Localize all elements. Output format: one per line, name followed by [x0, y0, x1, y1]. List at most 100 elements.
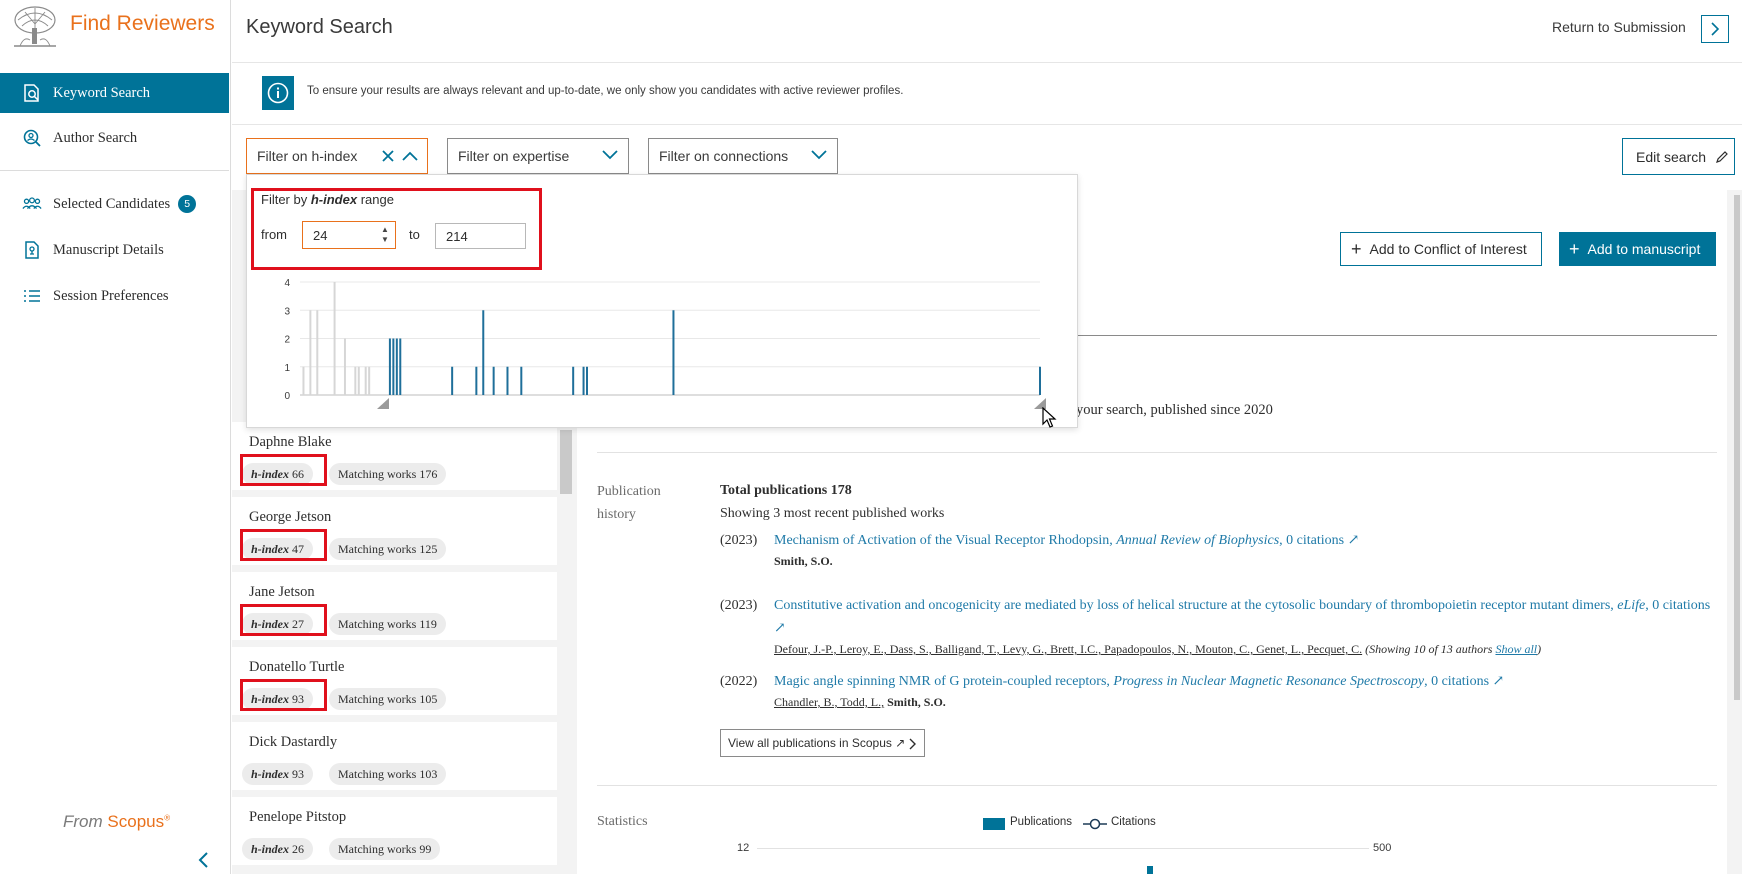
hindex-filter-dropdown[interactable]: Filter on h-index — [246, 138, 428, 174]
hindex-histogram: 4 3 2 1 0 — [284, 278, 1046, 409]
return-to-submission-link[interactable]: Return to Submission — [1552, 19, 1686, 35]
matching-works-tag: Matching works 103 — [329, 763, 447, 785]
view-all-publications-button[interactable]: View all publications in Scopus ↗ — [720, 729, 925, 757]
page-title: Keyword Search — [246, 16, 393, 38]
candidate-card[interactable]: Dick Dastardly h-index 93 Matching works 1… — [232, 722, 557, 793]
publication-authors: Smith, S.O. — [774, 554, 833, 568]
document-icon — [22, 240, 42, 260]
section-divider — [597, 785, 1717, 786]
info-icon — [262, 76, 294, 110]
sidebar-item-keyword-search[interactable]: Keyword Search — [0, 73, 229, 113]
results-scrollbar[interactable] — [560, 430, 572, 494]
publications-legend-swatch — [983, 818, 1005, 830]
selected-count-badge: 5 — [178, 195, 197, 213]
candidate-name[interactable]: George Jetson — [249, 509, 331, 526]
sidebar-item-label: Selected Candidates — [53, 195, 171, 212]
chevron-right-icon — [1711, 22, 1720, 36]
publication-year: (2023) — [720, 533, 758, 548]
highlight-box — [240, 454, 327, 486]
pencil-icon — [1716, 151, 1728, 163]
showing-recent-text: Showing 3 most recent published works — [720, 506, 945, 521]
info-divider — [232, 124, 1742, 125]
plus-icon: + — [1569, 238, 1580, 259]
stats-right-axis-tick: 500 — [1373, 842, 1392, 854]
info-message: To ensure your results are always releva… — [307, 85, 904, 97]
sidebar: Find Reviewers Keyword Search Author Sea… — [0, 0, 231, 874]
candidate-name[interactable]: Daphne Blake — [249, 434, 332, 451]
matching-works-tag: Matching works 99 — [329, 838, 441, 860]
matching-works-text: your search, published since 2020 — [1076, 402, 1273, 418]
stats-left-axis-tick: 12 — [737, 842, 750, 854]
clear-filter-icon[interactable] — [381, 149, 395, 163]
highlight-box — [240, 529, 327, 561]
highlight-box — [240, 679, 327, 711]
add-to-conflict-button[interactable]: + Add to Conflict of Interest — [1340, 232, 1542, 266]
publication-link[interactable]: Mechanism of Activation of the Visual Re… — [774, 533, 1359, 548]
matching-works-tag: Matching works 125 — [329, 538, 447, 560]
histogram-y-tick: 2 — [284, 335, 290, 346]
hindex-tag: h-index 26 — [242, 838, 314, 860]
matching-works-tag: Matching works 119 — [329, 613, 446, 635]
candidate-name[interactable]: Donatello Turtle — [249, 659, 344, 676]
sidebar-item-label: Author Search — [53, 129, 138, 146]
connections-filter-label: Filter on connections — [659, 148, 789, 164]
total-publications: Total publications 178 — [720, 483, 852, 498]
chevron-down-icon — [811, 150, 827, 160]
list-icon — [22, 286, 42, 306]
connections-filter-dropdown[interactable]: Filter on connections — [648, 138, 838, 174]
histogram-y-tick: 3 — [284, 306, 290, 317]
expertise-filter-dropdown[interactable]: Filter on expertise — [447, 138, 629, 174]
show-all-authors-link[interactable]: Show all — [1495, 642, 1537, 656]
publication-year: (2023) — [720, 598, 758, 613]
expertise-filter-label: Filter on expertise — [458, 148, 570, 164]
sidebar-item-label: Session Preferences — [53, 287, 169, 304]
publication-item: (2022) Magic angle spinning NMR of G pro… — [720, 670, 1720, 718]
detail-scrollbar[interactable] — [1734, 195, 1740, 700]
publication-item: (2023) Constitutive activation and oncog… — [720, 594, 1720, 660]
highlight-box — [251, 188, 542, 270]
publications-legend-label: Publications — [1010, 816, 1073, 828]
statistics-label: Statistics — [597, 814, 648, 829]
candidate-name[interactable]: Dick Dastardly — [249, 734, 337, 751]
edit-search-button[interactable]: Edit search — [1622, 138, 1735, 175]
publication-link[interactable]: Magic angle spinning NMR of G protein-co… — [774, 674, 1504, 689]
chevron-right-icon — [909, 738, 916, 750]
stats-bar — [1147, 866, 1153, 874]
histogram-y-tick: 1 — [284, 363, 290, 374]
author-search-icon — [22, 128, 42, 148]
range-min-handle[interactable] — [376, 398, 389, 409]
plus-icon: + — [1351, 238, 1362, 259]
chevron-down-icon — [602, 150, 618, 160]
view-all-label: View all publications in Scopus ↗ — [728, 736, 906, 750]
publication-authors: Defour, J.-P., Leroy, E., Dass, S., Ball… — [774, 642, 1542, 656]
edit-search-label: Edit search — [1636, 148, 1707, 165]
chevron-up-icon[interactable] — [402, 150, 418, 162]
mouse-cursor-icon — [1042, 407, 1057, 428]
sidebar-item-selected-candidates[interactable]: Selected Candidates 5 — [0, 184, 229, 224]
sidebar-divider — [0, 170, 229, 171]
matching-works-tag: Matching works 176 — [329, 463, 447, 485]
add-to-manuscript-button[interactable]: + Add to manuscript — [1559, 232, 1716, 266]
app-title: Find Reviewers — [70, 12, 215, 35]
histogram-y-tick: 4 — [284, 278, 290, 289]
collapse-sidebar-icon[interactable] — [196, 850, 212, 870]
add-to-manuscript-label: Add to manuscript — [1587, 241, 1701, 257]
from-scopus-logo: From Scopus® — [63, 812, 171, 831]
candidate-card[interactable]: Penelope Pitstop h-index 26 Matching works… — [232, 797, 557, 868]
publication-history-label: Publication history — [597, 480, 707, 526]
return-to-submission-button[interactable] — [1701, 15, 1729, 43]
highlight-box — [240, 604, 327, 636]
section-divider — [597, 452, 1717, 453]
people-icon — [22, 194, 42, 214]
citations-legend-label: Citations — [1111, 816, 1156, 828]
histogram-y-tick: 0 — [284, 391, 290, 402]
publication-link[interactable]: Constitutive activation and oncogenicity… — [774, 598, 1710, 636]
add-to-conflict-label: Add to Conflict of Interest — [1369, 241, 1527, 257]
candidate-name[interactable]: Jane Jetson — [249, 584, 315, 601]
sidebar-item-manuscript-details[interactable]: Manuscript Details — [0, 230, 229, 270]
label-line: history — [597, 507, 636, 522]
sidebar-item-author-search[interactable]: Author Search — [0, 118, 229, 158]
citations-legend-marker — [1083, 818, 1107, 830]
sidebar-item-session-preferences[interactable]: Session Preferences — [0, 276, 229, 316]
candidate-name[interactable]: Penelope Pitstop — [249, 809, 346, 826]
